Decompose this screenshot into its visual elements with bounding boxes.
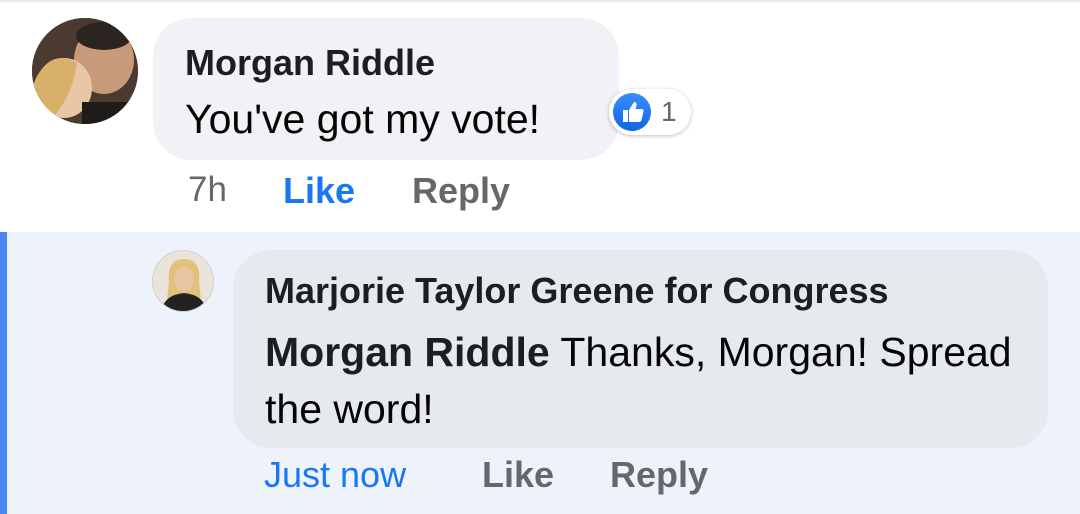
reply-text: Morgan Riddle Thanks, Morgan! Spread the… [265, 324, 1025, 438]
comment-author[interactable]: Morgan Riddle [185, 42, 435, 84]
reply-author[interactable]: Marjorie Taylor Greene for Congress [265, 270, 889, 312]
reply-button[interactable]: Reply [412, 170, 510, 212]
reply-reply-button[interactable]: Reply [610, 454, 708, 496]
like-reaction-icon [613, 93, 651, 131]
mention-tag[interactable]: Morgan Riddle [265, 329, 550, 375]
reply-timestamp[interactable]: Just now [264, 454, 406, 496]
reply-like-button[interactable]: Like [482, 454, 554, 496]
top-divider [0, 0, 1080, 2]
like-button[interactable]: Like [283, 170, 355, 212]
comment-text: You've got my vote! [185, 96, 541, 142]
reply-bubble: Marjorie Taylor Greene for Congress Morg… [233, 250, 1048, 448]
reaction-summary[interactable]: 1 [609, 89, 691, 135]
avatar[interactable] [32, 18, 138, 124]
reaction-count: 1 [661, 96, 677, 127]
comment-timestamp[interactable]: 7h [188, 170, 227, 210]
reply-avatar[interactable] [152, 250, 214, 312]
thread-highlight-bar [0, 232, 7, 514]
reply-thread: Marjorie Taylor Greene for Congress Morg… [0, 232, 1080, 514]
comment-bubble: Morgan Riddle You've got my vote! [153, 18, 619, 160]
